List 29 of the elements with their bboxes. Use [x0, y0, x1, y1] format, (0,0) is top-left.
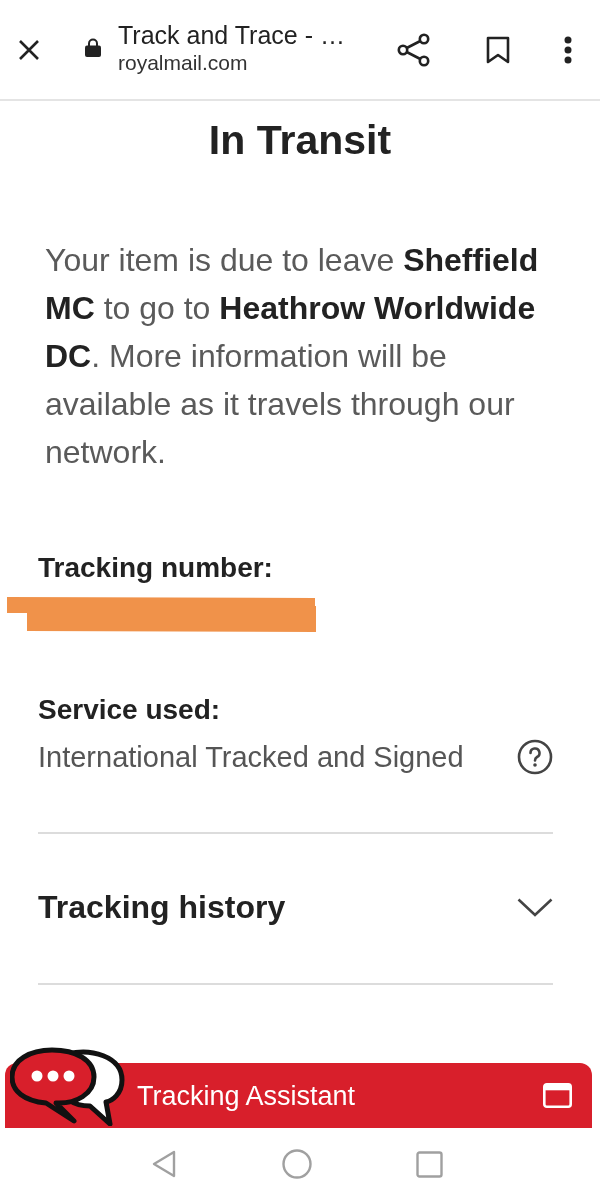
window-icon	[543, 1083, 572, 1108]
close-icon	[18, 38, 40, 61]
bookmark-button[interactable]	[486, 35, 510, 64]
recent-apps-button[interactable]	[416, 1150, 443, 1178]
bookmark-icon	[486, 35, 510, 64]
help-button[interactable]	[517, 739, 553, 775]
lock-icon	[85, 38, 101, 57]
home-button[interactable]	[282, 1149, 312, 1179]
status-message: Your item is due to leave Sheffield MC to go to Heathrow Worldwide DC. More information will be available as it travels through our network.	[45, 241, 540, 472]
status-heading: In Transit	[207, 117, 393, 163]
back-button[interactable]	[151, 1150, 177, 1178]
tracking-assistant-bar[interactable]: Tracking Assistant	[5, 1046, 592, 1128]
back-triangle-icon	[151, 1150, 177, 1178]
share-button[interactable]	[397, 32, 431, 67]
page-url: royalmail.com	[118, 50, 249, 75]
close-button[interactable]	[17, 37, 41, 62]
service-value: International Tracked and Signed	[38, 740, 464, 774]
chat-bubbles-icon	[10, 1046, 125, 1126]
service-label: Service used:	[38, 693, 222, 727]
home-circle-icon	[282, 1149, 312, 1179]
menu-button[interactable]	[563, 35, 573, 64]
tracking-number-label: Tracking number:	[38, 551, 274, 585]
tracking-history-toggle[interactable]: Tracking history	[38, 888, 553, 926]
recent-apps-square-icon	[416, 1150, 443, 1178]
chevron-down-icon	[517, 897, 553, 917]
more-options-icon	[563, 35, 573, 64]
help-icon	[517, 739, 553, 775]
page-title: Track and Trace - …	[118, 20, 345, 50]
share-icon	[397, 32, 431, 67]
